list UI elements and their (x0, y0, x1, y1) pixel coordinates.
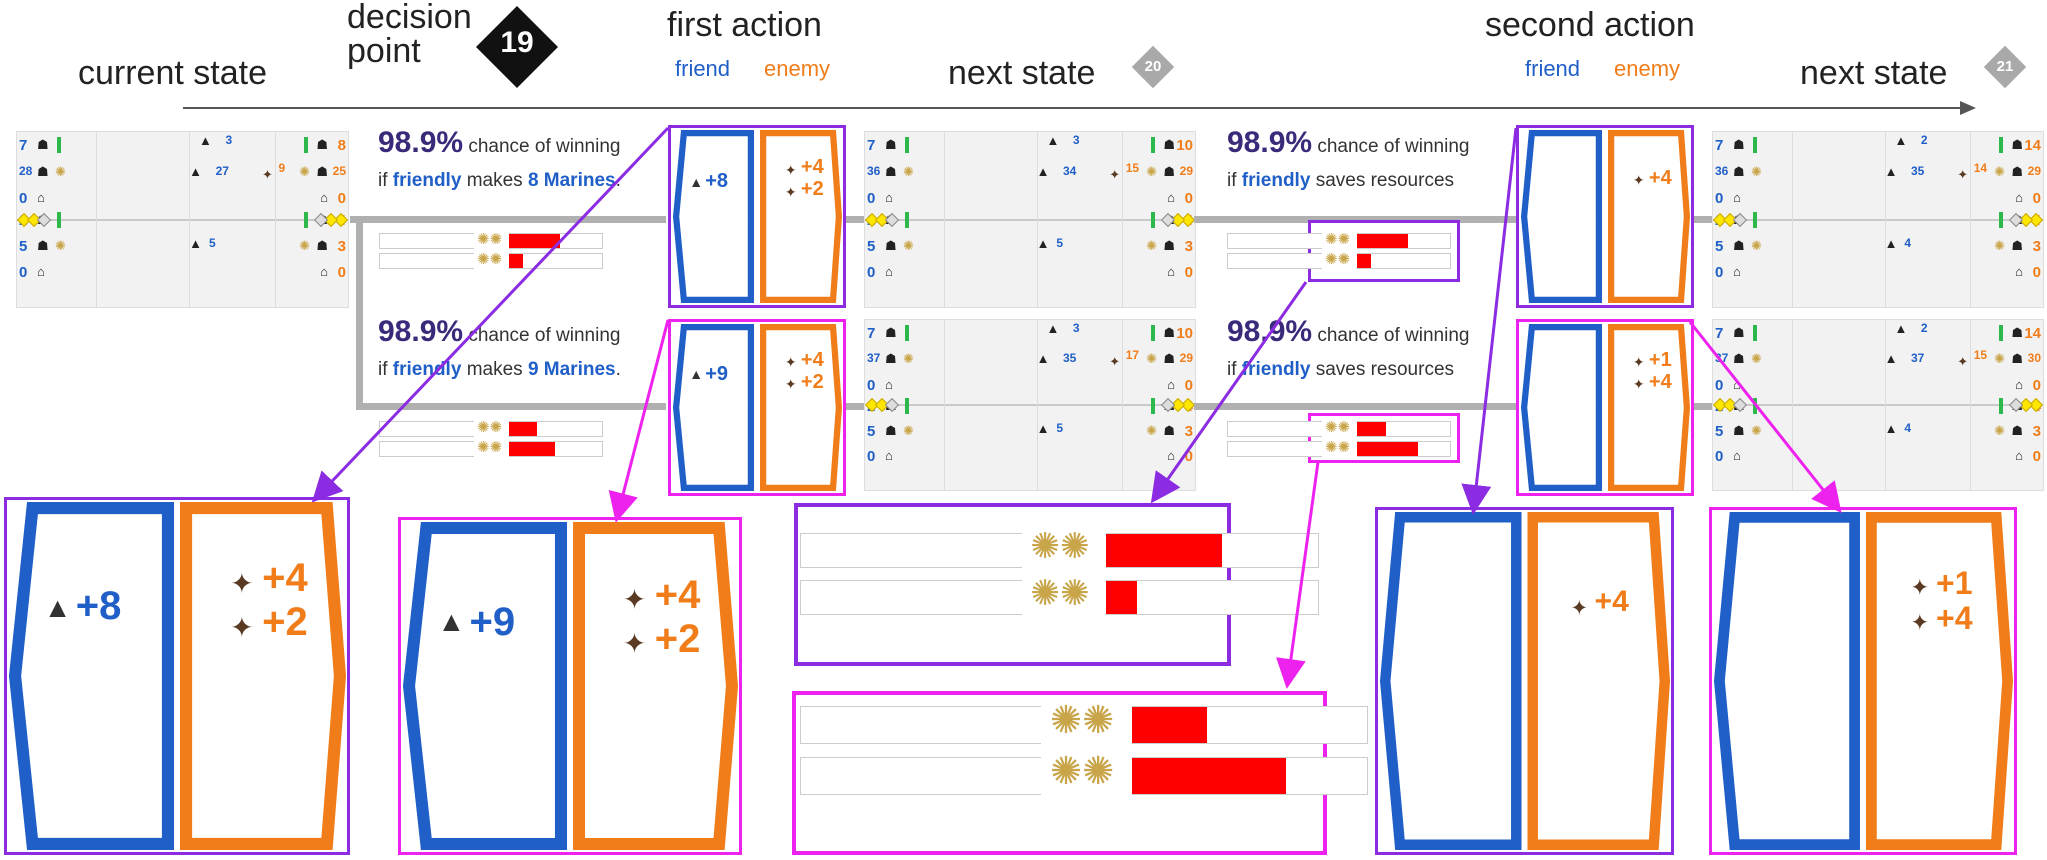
arrow-first2 (608, 319, 670, 523)
arrow-second2 (1688, 321, 1842, 514)
arrow-second1 (1461, 127, 1518, 515)
arrow-bars2 (1276, 461, 1320, 689)
connector-arrows (311, 126, 1842, 689)
arrow-bars1 (1150, 281, 1308, 504)
arrow-first1 (311, 126, 670, 503)
